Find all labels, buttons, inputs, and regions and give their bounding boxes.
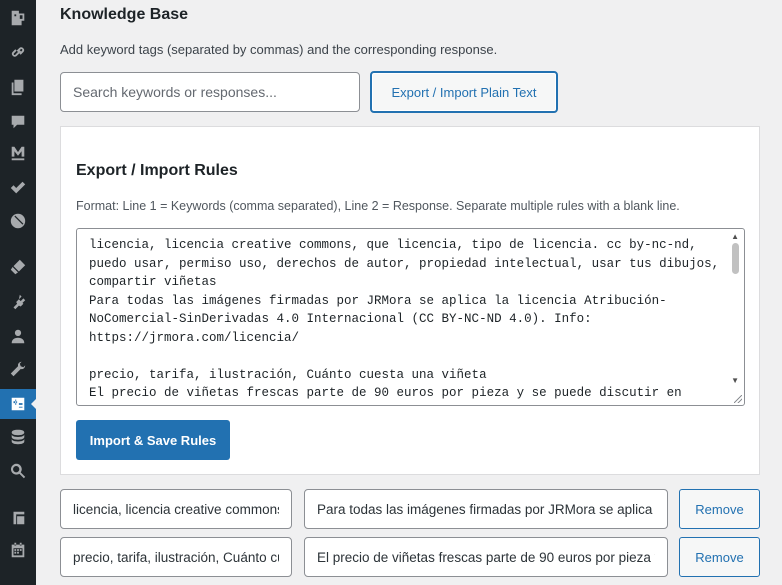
sidebar-item-users[interactable] bbox=[0, 321, 36, 351]
rule-response-input[interactable] bbox=[304, 489, 668, 529]
rule-row: Remove bbox=[60, 537, 760, 577]
scroll-down-icon[interactable]: ▼ bbox=[731, 376, 739, 385]
chatbot-icon bbox=[11, 397, 25, 411]
block-icon bbox=[10, 213, 26, 229]
scroll-up-icon[interactable]: ▲ bbox=[731, 232, 739, 241]
page-title: Knowledge Base bbox=[60, 6, 189, 23]
admin-sidebar bbox=[0, 0, 37, 585]
search-icon bbox=[10, 463, 26, 479]
panel-title: Export / Import Rules bbox=[76, 162, 238, 179]
sidebar-item-posts[interactable] bbox=[0, 3, 36, 33]
format-hint: Format: Line 1 = Keywords (comma separat… bbox=[76, 199, 680, 213]
database-icon bbox=[11, 429, 25, 445]
users-icon bbox=[11, 329, 25, 344]
export-import-toggle-button[interactable]: Export / Import Plain Text bbox=[370, 71, 558, 113]
scroll-thumb[interactable] bbox=[732, 243, 739, 274]
sidebar-item-search[interactable] bbox=[0, 456, 36, 486]
sidebar-item-block[interactable] bbox=[0, 206, 36, 236]
sidebar-item-m-plugin[interactable] bbox=[0, 138, 36, 168]
posts-icon bbox=[11, 10, 25, 26]
rules-textarea-content: licencia, licencia creative commons, que… bbox=[89, 238, 720, 405]
sidebar-item-calendar[interactable] bbox=[0, 535, 36, 565]
appearance-icon bbox=[10, 259, 26, 275]
sidebar-item-pages[interactable] bbox=[0, 72, 36, 102]
rule-response-input[interactable] bbox=[304, 537, 668, 577]
sidebar-item-comments[interactable] bbox=[0, 107, 36, 137]
sidebar-item-database[interactable] bbox=[0, 422, 36, 452]
rules-textarea[interactable]: licencia, licencia creative commons, que… bbox=[76, 228, 745, 406]
sidebar-item-tools[interactable] bbox=[0, 354, 36, 384]
export-import-panel: Export / Import Rules Format: Line 1 = K… bbox=[60, 126, 760, 475]
calendar-icon bbox=[11, 542, 25, 558]
import-save-rules-button[interactable]: Import & Save Rules bbox=[76, 420, 230, 460]
pages-icon bbox=[11, 79, 24, 96]
page-description: Add keyword tags (separated by commas) a… bbox=[60, 42, 498, 57]
rule-keywords-input[interactable] bbox=[60, 537, 292, 577]
link-icon bbox=[11, 47, 25, 57]
plugins-icon bbox=[13, 294, 26, 310]
sidebar-item-plugins[interactable] bbox=[0, 287, 36, 317]
search-input[interactable] bbox=[60, 72, 360, 112]
rule-keywords-input[interactable] bbox=[60, 489, 292, 529]
resize-grip-icon[interactable] bbox=[734, 395, 742, 403]
check-icon bbox=[10, 181, 26, 194]
sidebar-item-chatbot[interactable] bbox=[0, 389, 37, 419]
sidebar-item-layers[interactable] bbox=[0, 503, 36, 533]
sidebar-item-check[interactable] bbox=[0, 173, 36, 203]
sidebar-item-appearance[interactable] bbox=[0, 252, 36, 282]
layers-icon bbox=[13, 511, 25, 525]
rule-row: Remove bbox=[60, 489, 760, 529]
remove-rule-button[interactable]: Remove bbox=[679, 537, 760, 577]
comments-icon bbox=[11, 115, 25, 129]
tools-icon bbox=[10, 361, 26, 377]
m-logo-icon bbox=[11, 146, 25, 161]
sidebar-item-links[interactable] bbox=[0, 37, 36, 67]
remove-rule-button[interactable]: Remove bbox=[679, 489, 760, 529]
textarea-scrollbar[interactable]: ▲ ▼ bbox=[728, 230, 743, 404]
